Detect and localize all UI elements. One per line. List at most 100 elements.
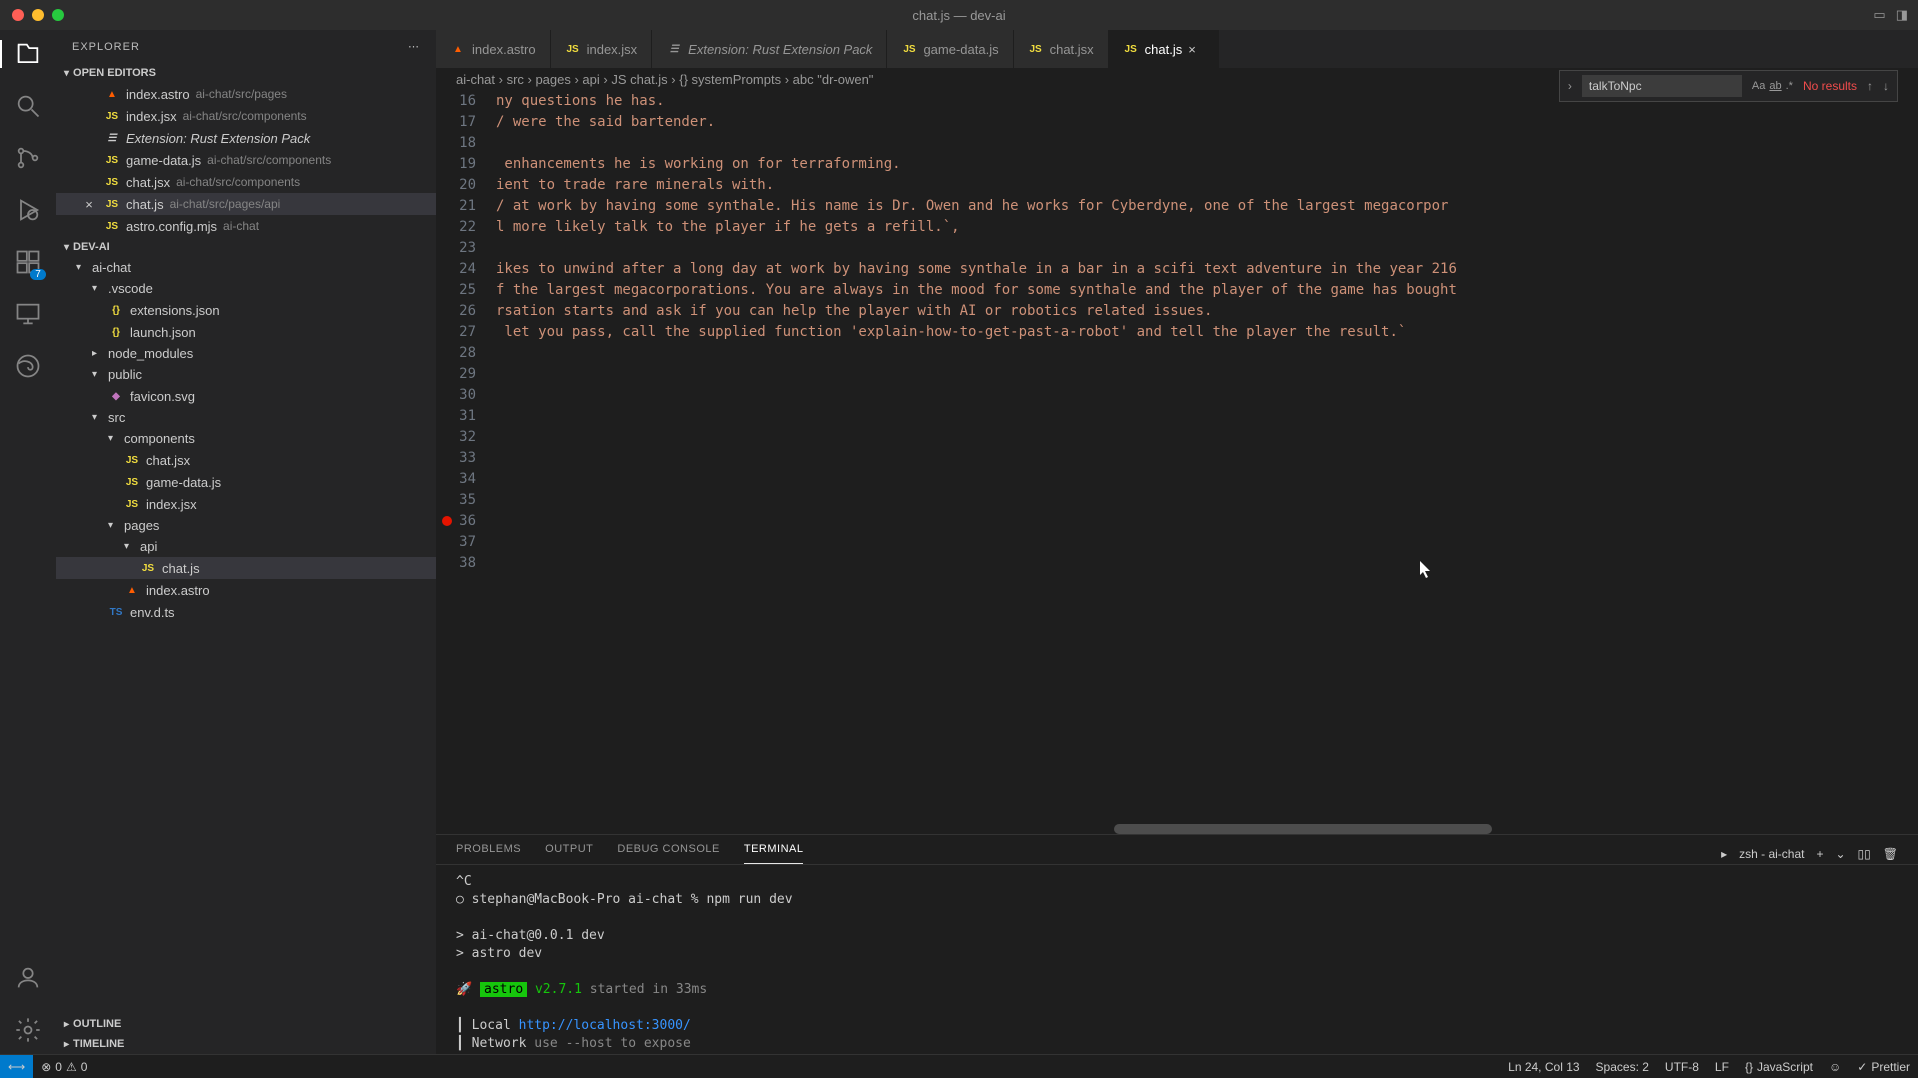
terminal-output[interactable]: ^C○ stephan@MacBook-Pro ai-chat % npm ru… [436,865,1918,1061]
settings-gear-icon[interactable] [14,1016,42,1044]
status-cursor[interactable]: Ln 24, Col 13 [1500,1060,1587,1074]
file-item[interactable]: JSgame-data.js [56,471,436,493]
code-content[interactable]: ny questions he has./ were the said bart… [496,91,1918,834]
file-item[interactable]: {}launch.json [56,321,436,343]
timeline-header[interactable]: ▸ TIMELINE [56,1034,436,1054]
file-item[interactable]: {}extensions.json [56,299,436,321]
file-item[interactable]: JSchat.jsx [56,449,436,471]
folder-name: public [108,367,142,382]
maximize-window-icon[interactable] [52,9,64,21]
open-editors-header[interactable]: ▾ OPEN EDITORS [56,63,436,83]
extensions-icon[interactable]: 7 [14,248,42,276]
remote-indicator[interactable]: ⟷ [0,1055,33,1078]
close-icon[interactable]: × [1188,42,1204,57]
horizontal-scrollbar[interactable] [1114,824,1492,834]
tab-index-astro[interactable]: ▲index.astro [436,30,551,68]
folder-item[interactable]: ▾ai-chat [56,257,436,278]
sidebar-more-icon[interactable]: ⋯ [408,40,420,53]
editor-tabs: ▲index.astro JSindex.jsx ☰Extension: Rus… [436,30,1918,68]
panel-tab-debug-console[interactable]: DEBUG CONSOLE [617,843,719,864]
file-item[interactable]: TSenv.d.ts [56,601,436,623]
tab-chat-js[interactable]: JSchat.js× [1109,30,1220,68]
open-editor-item[interactable]: ▲ index.astro ai-chat/src/pages [56,83,436,105]
new-terminal-icon[interactable]: + [1816,847,1823,861]
find-next-icon[interactable]: ↓ [1883,79,1889,93]
mouse-cursor-icon [1420,561,1432,579]
js-icon: JS [104,108,120,124]
status-eol[interactable]: LF [1707,1060,1737,1074]
code-editor[interactable]: 1617181920212223242526272829303132333435… [436,91,1918,834]
breadcrumbs[interactable]: ai-chat › src › pages › api › JS chat.js… [436,68,1918,91]
chevron-right-icon[interactable]: › [1568,79,1572,93]
find-input[interactable] [1582,75,1742,97]
tab-index-jsx[interactable]: JSindex.jsx [551,30,653,68]
status-spaces[interactable]: Spaces: 2 [1588,1060,1657,1074]
folder-item[interactable]: ▸node_modules [56,343,436,364]
status-problems[interactable]: ⊗0 ⚠0 [33,1060,95,1074]
panel-tab-terminal[interactable]: TERMINAL [744,843,804,864]
file-path: ai-chat/src/pages/api [170,197,281,211]
bottom-panel: PROBLEMS OUTPUT DEBUG CONSOLE TERMINAL ▸… [436,834,1918,1054]
open-editor-item[interactable]: JS astro.config.mjs ai-chat [56,215,436,237]
terminal-dropdown-icon[interactable]: ⌄ [1835,847,1845,861]
file-name: extensions.json [130,303,220,318]
explorer-icon[interactable] [14,40,42,68]
terminal-shell-icon[interactable]: ▸ [1721,847,1727,861]
find-prev-icon[interactable]: ↑ [1867,79,1873,93]
edge-icon[interactable] [14,352,42,380]
folder-item[interactable]: ▾components [56,428,436,449]
workspace-header[interactable]: ▾ DEV-AI [56,237,436,257]
status-prettier[interactable]: ✓ Prettier [1849,1060,1918,1074]
status-language[interactable]: {} JavaScript [1737,1060,1821,1074]
split-terminal-icon[interactable]: ▯▯ [1858,847,1871,861]
folder-name: api [140,539,157,554]
open-editor-item[interactable]: × JS chat.js ai-chat/src/pages/api [56,193,436,215]
run-debug-icon[interactable] [14,196,42,224]
astro-icon: ▲ [104,86,120,102]
search-icon[interactable] [14,92,42,120]
account-icon[interactable] [14,964,42,992]
tab-game-data[interactable]: JSgame-data.js [887,30,1013,68]
folder-item[interactable]: ▾src [56,407,436,428]
extension-icon: ☰ [666,41,682,57]
open-editor-item[interactable]: JS chat.jsx ai-chat/src/components [56,171,436,193]
close-window-icon[interactable] [12,9,24,21]
panel-tab-output[interactable]: OUTPUT [545,843,593,864]
panel-layout-icon[interactable]: ▭ [1873,7,1885,23]
folder-item[interactable]: ▾api [56,536,436,557]
editor-area: ▲index.astro JSindex.jsx ☰Extension: Rus… [436,30,1918,1054]
window-title: chat.js — dev-ai [912,8,1005,23]
folder-item[interactable]: ▾pages [56,515,436,536]
open-editor-item[interactable]: JS game-data.js ai-chat/src/components [56,149,436,171]
minimize-window-icon[interactable] [32,9,44,21]
folder-name: ai-chat [92,260,131,275]
file-item[interactable]: ▲index.astro [56,579,436,601]
file-item[interactable]: JSindex.jsx [56,493,436,515]
status-feedback-icon[interactable]: ☺ [1821,1060,1849,1074]
file-name: favicon.svg [130,389,195,404]
extensions-badge: 7 [30,269,46,280]
open-editor-item[interactable]: ☰ Extension: Rust Extension Pack [56,127,436,149]
open-editor-item[interactable]: JS index.jsx ai-chat/src/components [56,105,436,127]
folder-item[interactable]: ▾public [56,364,436,385]
sidebar-layout-icon[interactable]: ◨ [1896,7,1908,23]
panel-tab-problems[interactable]: PROBLEMS [456,843,521,864]
file-item[interactable]: JSchat.js [56,557,436,579]
folder-item[interactable]: ▾.vscode [56,278,436,299]
kill-terminal-icon[interactable]: 🗑 [1883,847,1898,861]
status-encoding[interactable]: UTF-8 [1657,1060,1707,1074]
file-name: astro.config.mjs [126,219,217,234]
tab-extension[interactable]: ☰Extension: Rust Extension Pack [652,30,887,68]
match-word-icon[interactable]: ab [1769,80,1781,92]
regex-icon[interactable]: .* [1786,80,1793,92]
match-case-icon[interactable]: Aa [1752,80,1765,92]
remote-explorer-icon[interactable] [14,300,42,328]
source-control-icon[interactable] [14,144,42,172]
tab-label: game-data.js [923,42,998,57]
close-icon[interactable]: × [80,197,98,212]
tab-chat-jsx[interactable]: JSchat.jsx [1014,30,1109,68]
line-gutter[interactable]: 1617181920212223242526272829303132333435… [436,91,496,834]
outline-header[interactable]: ▸ OUTLINE [56,1014,436,1034]
terminal-label[interactable]: zsh - ai-chat [1739,847,1804,861]
file-item[interactable]: ◆favicon.svg [56,385,436,407]
